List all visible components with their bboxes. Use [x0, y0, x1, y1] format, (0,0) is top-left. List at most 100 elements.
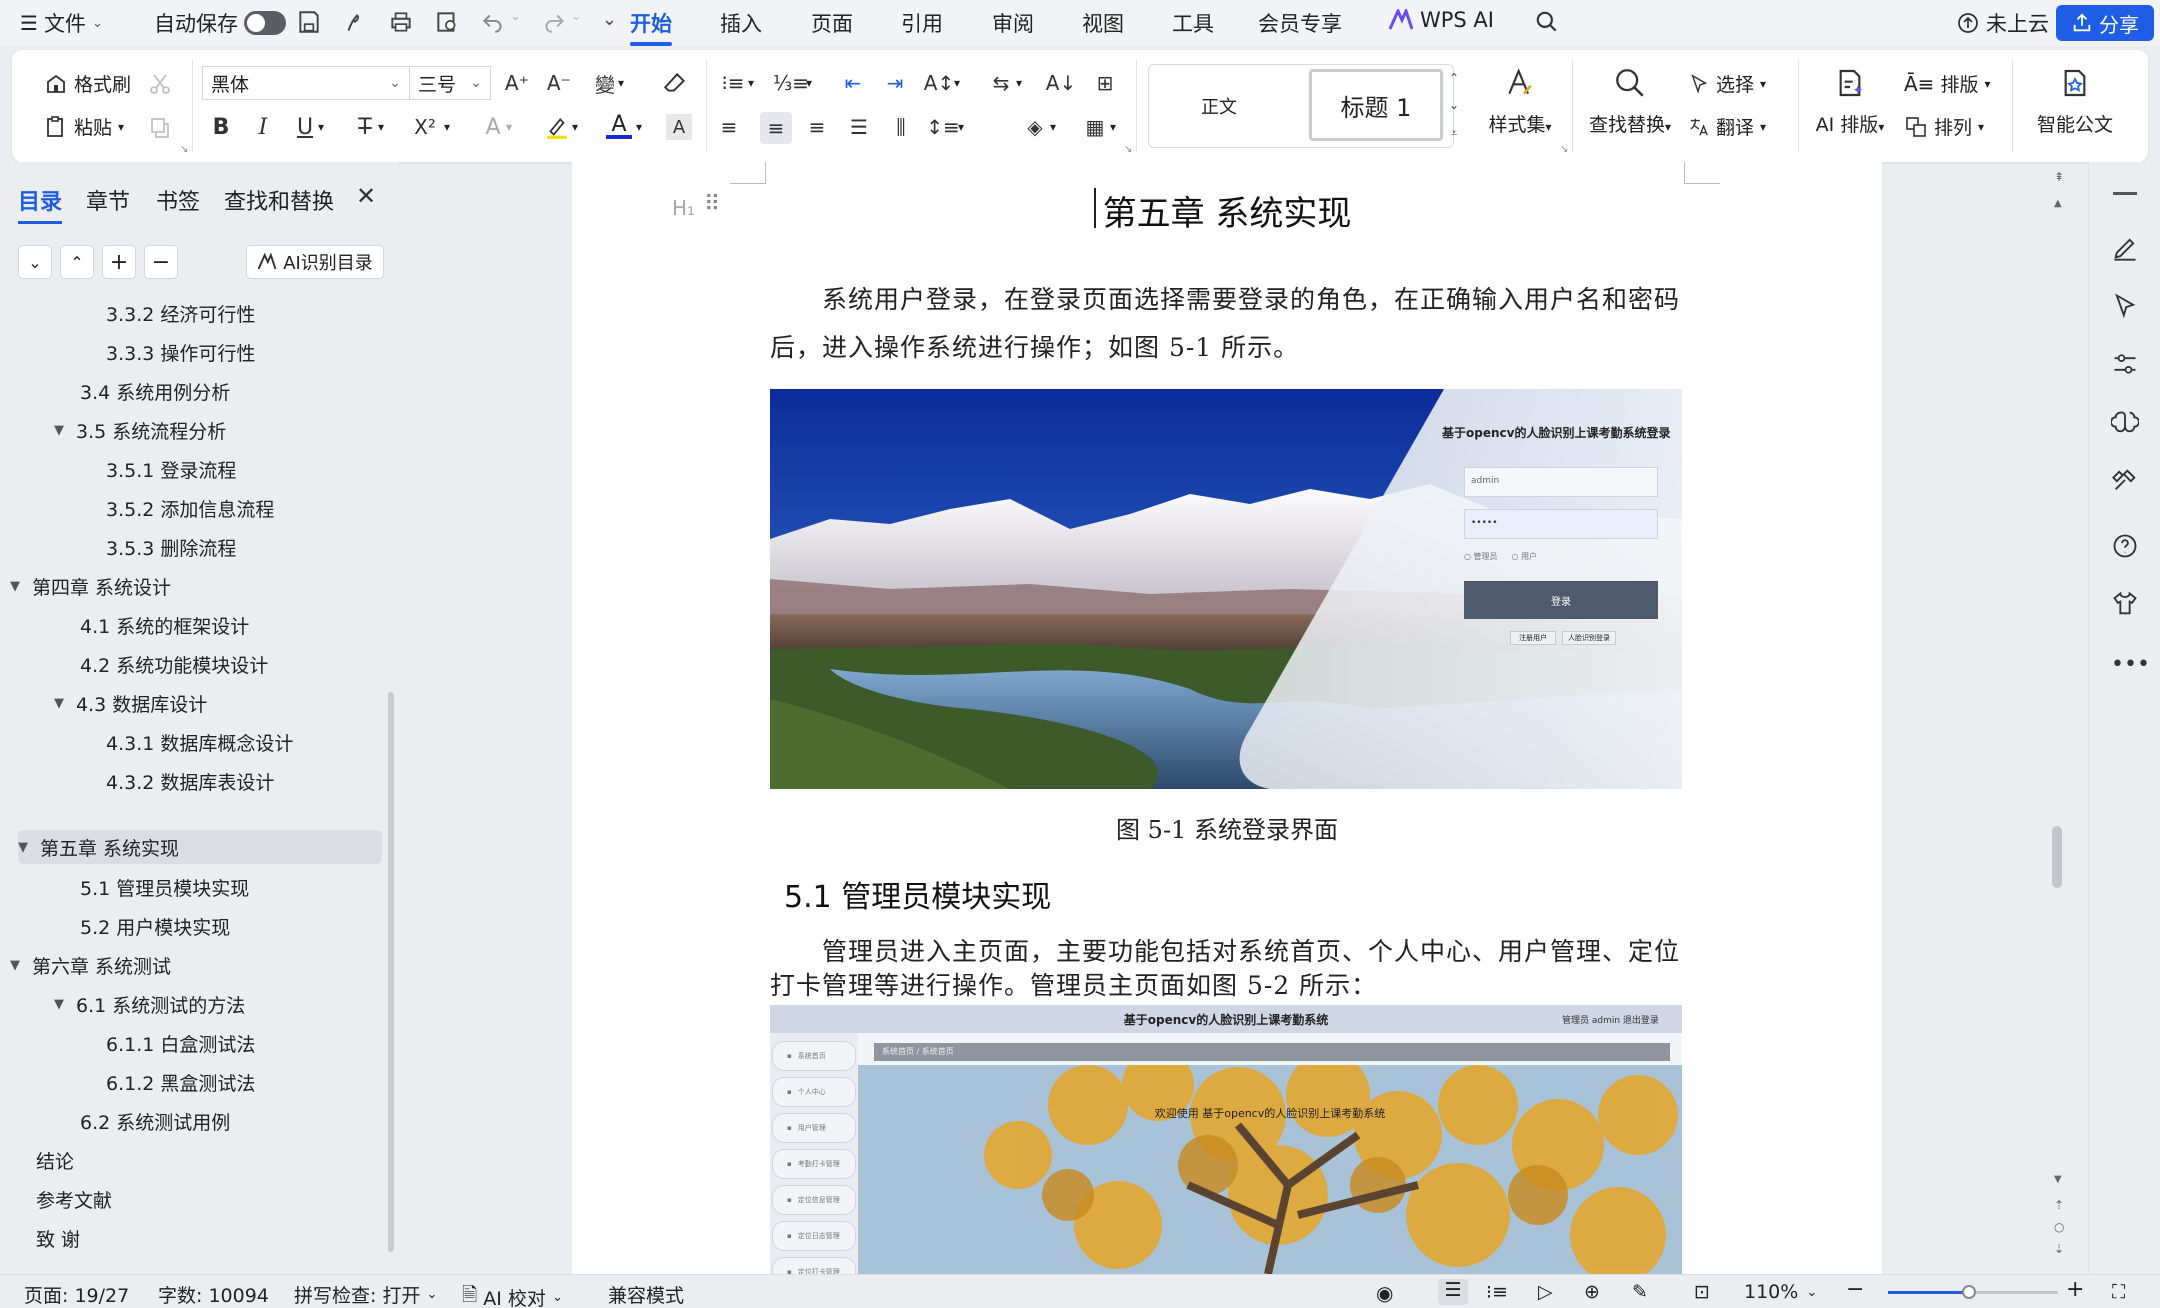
admin-menu-item[interactable]: ▪ 考勤打卡管理 [772, 1149, 856, 1179]
nav-tab-bookmarks[interactable]: 书签 [156, 184, 200, 216]
redo-chevron-icon[interactable]: ⌄ [571, 9, 582, 35]
tab-references[interactable]: 引用 [901, 8, 943, 38]
font-color-icon[interactable]: A [606, 112, 632, 139]
align-left-icon[interactable]: ≡ [716, 114, 742, 140]
section-title[interactable]: 5.1 管理员模块实现 [784, 872, 1051, 916]
font-name-select[interactable]: 黑体 ⌄ [202, 66, 410, 100]
break-chevron-icon[interactable]: ▾ [1016, 76, 1022, 90]
search-icon[interactable] [1534, 9, 1560, 35]
superscript-icon[interactable]: X² [412, 114, 438, 140]
tab-view[interactable]: 视图 [1082, 8, 1124, 38]
strikethrough-icon[interactable]: T [352, 114, 378, 140]
bullet-list-icon[interactable]: ⁝≡ [720, 70, 746, 96]
line-break-icon[interactable]: ⇆ [988, 70, 1014, 96]
scroll-up-icon[interactable]: ▲ [2054, 198, 2062, 209]
toc-item[interactable]: 6.2 系统测试用例 [80, 1108, 230, 1135]
scroll-down-icon[interactable]: ▼ [2054, 1174, 2062, 1185]
font-color-chevron-icon[interactable]: ▾ [636, 120, 642, 134]
tab-home[interactable]: 开始 [630, 8, 672, 46]
highlight-chevron-icon[interactable]: ▾ [572, 120, 578, 134]
autosave-control[interactable]: 自动保存 [154, 8, 286, 38]
paste-button[interactable]: 粘贴 ▾ [44, 113, 124, 140]
shading-icon[interactable]: ◈ [1022, 114, 1048, 140]
expand-caret-icon[interactable]: ▼ [18, 840, 28, 855]
highlight-icon[interactable] [544, 114, 570, 140]
tab-membership[interactable]: 会员专享 [1258, 8, 1342, 38]
paragraph-1-line-2[interactable]: 后，进入操作系统进行操作；如图 5-1 所示。 [770, 324, 1299, 372]
strike-chevron-icon[interactable]: ▾ [378, 120, 384, 134]
scroll-top-icon[interactable]: ⇞ [2054, 170, 2064, 184]
toc-item[interactable]: 4.3.2 数据库表设计 [106, 768, 274, 795]
smart-doc-button[interactable]: 智能公文 [2020, 66, 2130, 137]
translate-button[interactable]: 翻译 ▾ [1688, 113, 1766, 140]
prev-page-icon[interactable]: ⇡ [2054, 1198, 2064, 1212]
cloud-status[interactable]: 未上云 [1956, 8, 2049, 38]
styles-launcher-icon[interactable]: ↘ [1560, 144, 1568, 155]
paragraph-launcher-icon[interactable]: ↘ [1124, 144, 1132, 155]
nav-tab-toc[interactable]: 目录 [18, 184, 63, 224]
toc-item[interactable]: 3.5.3 删除流程 [106, 534, 236, 561]
toc-item[interactable]: 3.3.3 操作可行性 [106, 339, 255, 366]
style-more-icon[interactable]: ⩡ [1451, 126, 1458, 141]
print-icon[interactable] [388, 9, 414, 35]
remove-heading-button[interactable]: − [144, 245, 178, 279]
styles-scroll[interactable]: ⌃ ⌄ ⩡ [1442, 64, 1466, 148]
close-icon[interactable]: ✕ [356, 182, 376, 210]
arrange-button[interactable]: 排列 ▾ [1904, 113, 1984, 140]
grow-font-icon[interactable]: A⁺ [504, 70, 530, 96]
line-spacing-icon[interactable]: ↕≡ [926, 114, 960, 140]
toc-item[interactable]: ▼ 3.5 系统流程分析 [54, 417, 226, 444]
format-painter-button[interactable]: 格式刷 [44, 70, 131, 97]
zoom-in-icon[interactable]: + [2066, 1277, 2084, 1302]
toc-item[interactable]: ▼ 第四章 系统设计 [10, 573, 171, 600]
decrease-indent-icon[interactable]: ⇤ [840, 70, 866, 96]
shrink-font-icon[interactable]: A⁻ [546, 70, 572, 96]
undo-icon[interactable] [480, 9, 506, 35]
toc-item[interactable]: 4.2 系统功能模块设计 [80, 651, 268, 678]
bold-icon[interactable]: B [208, 114, 234, 140]
nav-tab-chapters[interactable]: 章节 [86, 184, 130, 216]
admin-user-info[interactable]: 管理员 admin 退出登录 [1562, 1013, 1659, 1026]
add-heading-button[interactable]: + [102, 245, 136, 279]
zoom-slider[interactable] [1888, 1285, 2058, 1299]
share-button[interactable]: 分享 [2056, 5, 2154, 41]
save-icon[interactable] [296, 9, 322, 35]
figure-admin-screenshot[interactable]: 基于opencv的人脸识别上课考勤系统 管理员 admin 退出登录 ▪ 系统首页… [770, 1005, 1682, 1274]
underline-icon[interactable]: U [292, 114, 318, 140]
char-shading-icon[interactable]: A [666, 114, 692, 140]
register-button[interactable]: 注册用户 [1510, 631, 1556, 645]
typeset-button[interactable]: Ā≡ 排版 ▾ [1904, 70, 1991, 97]
style-down-icon[interactable]: ⌄ [1449, 98, 1459, 112]
autosave-toggle[interactable] [244, 11, 286, 35]
expand-caret-icon[interactable]: ▼ [54, 423, 64, 438]
eye-protect-icon[interactable]: ◉ [1376, 1281, 1393, 1305]
paste-chevron-icon[interactable]: ▾ [118, 120, 124, 134]
web-view-icon[interactable]: ⊕ [1584, 1281, 1600, 1303]
phonetic-guide-icon[interactable]: 變 [592, 70, 618, 97]
toc-item[interactable]: ▼ 4.3 数据库设计 [54, 690, 207, 717]
spacing-chevron-icon[interactable]: ▾ [958, 120, 964, 134]
export-pdf-icon[interactable] [342, 9, 368, 35]
style-up-icon[interactable]: ⌃ [1449, 71, 1459, 85]
redo-icon[interactable] [541, 9, 567, 35]
admin-menu-item[interactable]: ▪ 定位信息管理 [772, 1185, 856, 1215]
distribute-icon[interactable]: ⫼ [888, 114, 914, 140]
admin-menu-item[interactable]: ▪ 定位日志管理 [772, 1221, 856, 1251]
find-replace-button[interactable]: 查找替换▾ [1582, 66, 1678, 137]
login-password-input[interactable]: ••••• [1464, 509, 1658, 539]
toc-item[interactable]: 致 谢 [36, 1225, 80, 1252]
shading-chevron-icon[interactable]: ▾ [1050, 120, 1056, 134]
expand-caret-icon[interactable]: ▼ [10, 958, 20, 973]
outline-view-icon[interactable]: ⁝≡ [1486, 1281, 1508, 1303]
write-mode-icon[interactable]: ✎ [1632, 1281, 1648, 1303]
more-icon[interactable]: ••• [2111, 652, 2150, 677]
zoom-slider-thumb[interactable] [1962, 1285, 1976, 1299]
browse-object-icon[interactable]: ○ [2054, 1220, 2064, 1234]
toc-item[interactable]: 5.1 管理员模块实现 [80, 874, 249, 901]
zoom-select[interactable]: 110% ⌄ [1744, 1281, 1817, 1303]
tab-review[interactable]: 审阅 [992, 8, 1034, 38]
toc-item[interactable]: 3.4 系统用例分析 [80, 378, 230, 405]
admin-menu-item[interactable]: ▪ 用户管理 [772, 1113, 856, 1143]
text-direction-icon[interactable]: A↕ [924, 70, 954, 96]
number-chevron-icon[interactable]: ▾ [806, 76, 812, 90]
